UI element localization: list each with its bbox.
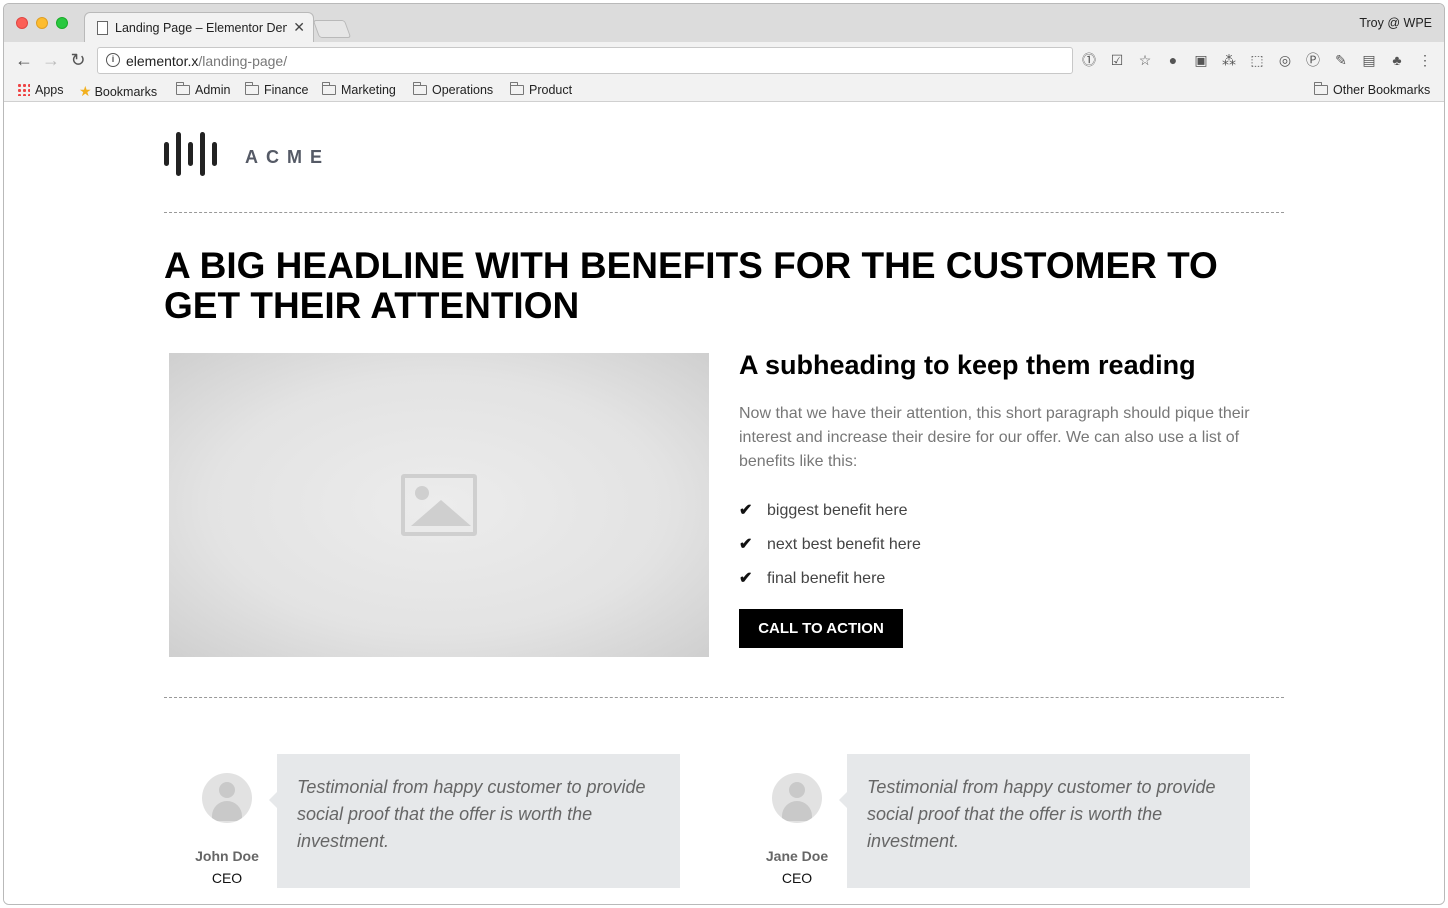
brand-name[interactable]: ACME xyxy=(245,147,330,168)
forward-icon[interactable]: → xyxy=(39,48,63,72)
bookmark-label: Other Bookmarks xyxy=(1333,83,1431,97)
image-icon-mountain xyxy=(411,500,471,526)
call-to-action-button[interactable]: CALL TO ACTION xyxy=(739,609,903,648)
browser-window: Landing Page – Elementor Demo ✕ Troy @ W… xyxy=(3,3,1445,905)
apps-icon xyxy=(17,83,30,96)
folder-icon xyxy=(413,82,427,95)
reload-icon[interactable]: ↻ xyxy=(66,48,90,72)
hero-image-placeholder xyxy=(169,353,709,657)
active-tab[interactable]: Landing Page – Elementor Demo ✕ xyxy=(84,12,314,42)
folder-icon xyxy=(510,82,524,95)
bookmark-apps-label: Apps xyxy=(35,83,64,97)
info-icon[interactable]: i xyxy=(106,53,120,67)
address-bar[interactable]: i elementor.x/landing-page/ xyxy=(97,47,1073,74)
page-icon xyxy=(97,21,108,35)
back-icon[interactable]: ← xyxy=(12,48,36,72)
bookmark-label: Operations xyxy=(432,83,494,97)
bookmark-label: Product xyxy=(529,83,573,97)
asana-icon[interactable]: ⁂ xyxy=(1221,52,1237,68)
benefit-text: biggest benefit here xyxy=(767,502,908,519)
url-domain: elementor.x xyxy=(126,53,199,69)
stripes-icon[interactable]: ▤ xyxy=(1361,52,1377,68)
star-icon[interactable]: ☆ xyxy=(1137,52,1153,68)
benefit-item: ✔ next best benefit here xyxy=(739,534,921,554)
bookmark-finance[interactable]: Finance xyxy=(245,82,309,97)
check-icon: ✔ xyxy=(739,570,753,587)
testimonial-title: CEO xyxy=(781,870,813,886)
avatar xyxy=(202,773,252,823)
1password-icon[interactable]: ⓵ xyxy=(1081,52,1097,68)
headline: A BIG HEADLINE WITH BENEFITS FOR THE CUS… xyxy=(164,245,1218,326)
instapaper-icon[interactable]: ● xyxy=(1165,52,1181,68)
avatar-head xyxy=(219,782,235,798)
bookmark-apps[interactable]: Apps xyxy=(17,83,64,97)
folder-icon xyxy=(245,82,259,95)
folder-icon xyxy=(176,82,190,95)
bookmark-label: Marketing xyxy=(341,83,396,97)
logo-bar xyxy=(188,142,193,166)
bookmark-admin[interactable]: Admin xyxy=(176,82,231,97)
benefit-item: ✔ final benefit here xyxy=(739,568,885,588)
subheading: A subheading to keep them reading xyxy=(739,350,1196,380)
pocket-icon[interactable]: ☑ xyxy=(1109,52,1125,68)
intro-paragraph: Now that we have their attention, this s… xyxy=(739,405,1250,470)
star-icon: ★ xyxy=(79,83,92,99)
logo-bar xyxy=(176,132,181,176)
minimize-window-button[interactable] xyxy=(36,17,48,29)
image-icon xyxy=(401,474,477,536)
pencil-icon[interactable]: ✎ xyxy=(1333,52,1349,68)
logo-icon[interactable] xyxy=(164,132,224,176)
bookmark-bookmarks[interactable]: ★ Bookmarks xyxy=(79,83,157,100)
benefit-text: next best benefit here xyxy=(767,536,921,553)
bookmarks-bar: Apps ★ Bookmarks Admin Finance Marketing … xyxy=(4,78,1444,102)
divider xyxy=(164,212,1284,213)
evernote-icon[interactable]: ♣ xyxy=(1389,52,1405,68)
avatar-body xyxy=(212,801,242,821)
profile-name[interactable]: Troy @ WPE xyxy=(1359,16,1432,30)
tab-title: Landing Page – Elementor Demo xyxy=(115,21,287,35)
testimonial-title: CEO xyxy=(211,870,243,886)
new-tab-button[interactable] xyxy=(312,20,352,38)
pinterest-icon[interactable]: Ⓟ xyxy=(1305,52,1321,68)
folder-icon xyxy=(1314,82,1328,95)
screenshot-icon[interactable]: ⬚ xyxy=(1249,52,1265,68)
benefit-item: ✔ biggest benefit here xyxy=(739,500,908,520)
divider xyxy=(164,697,1284,698)
tab-strip: Landing Page – Elementor Demo ✕ Troy @ W… xyxy=(4,4,1444,42)
bookmark-operations[interactable]: Operations xyxy=(413,82,494,97)
testimonial-quote: Testimonial from happy customer to provi… xyxy=(839,754,1250,888)
tab-close-icon[interactable]: ✕ xyxy=(293,19,305,36)
page-content: ACME A BIG HEADLINE WITH BENEFITS FOR TH… xyxy=(4,102,1444,904)
bookmark-other[interactable]: Other Bookmarks xyxy=(1314,82,1431,97)
bookmark-label: Admin xyxy=(195,83,231,97)
logo-bar xyxy=(200,132,205,176)
logo-bar xyxy=(164,142,169,166)
folder-icon xyxy=(322,82,336,95)
url-path: /landing-page/ xyxy=(198,53,288,69)
bookmark-label: Bookmarks xyxy=(94,85,158,99)
chrome-sync-icon[interactable]: ◎ xyxy=(1277,52,1293,68)
close-window-button[interactable] xyxy=(16,17,28,29)
bookmark-product[interactable]: Product xyxy=(510,82,573,97)
facebook-icon[interactable]: ▣ xyxy=(1193,52,1209,68)
testimonial-name: John Doe xyxy=(195,848,259,864)
url-text[interactable]: elementor.x/landing-page/ xyxy=(126,53,287,69)
benefit-text: final benefit here xyxy=(767,570,886,587)
check-icon: ✔ xyxy=(739,502,753,519)
avatar-body xyxy=(782,801,812,821)
bookmark-marketing[interactable]: Marketing xyxy=(322,82,396,97)
check-icon: ✔ xyxy=(739,536,753,553)
bookmark-label: Finance xyxy=(264,83,309,97)
menu-icon[interactable]: ⋮ xyxy=(1417,52,1433,68)
browser-toolbar: ← → ↻ i elementor.x/landing-page/ ⓵ ☑ ☆ ● ▣ ⁂… xyxy=(4,42,1444,78)
maximize-window-button[interactable] xyxy=(56,17,68,29)
image-icon-sun xyxy=(415,486,429,500)
logo-bar xyxy=(212,142,217,166)
testimonial-name: Jane Doe xyxy=(765,848,829,864)
avatar xyxy=(772,773,822,823)
avatar-head xyxy=(789,782,805,798)
testimonial-quote: Testimonial from happy customer to provi… xyxy=(269,754,680,888)
